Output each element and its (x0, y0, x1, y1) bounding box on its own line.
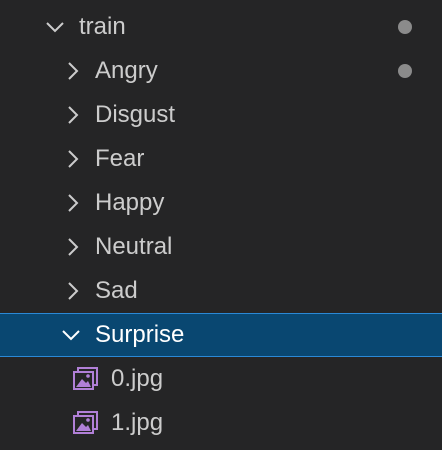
tree-item-label: Angry (95, 57, 158, 84)
image-file-icon (73, 411, 98, 434)
image-file-icon (73, 367, 98, 390)
modified-indicator-dot (398, 20, 412, 34)
tree-item-label: train (79, 13, 126, 40)
chevron-down-icon (46, 22, 64, 33)
modified-indicator-dot (398, 64, 412, 78)
tree-item-label: Neutral (95, 233, 173, 260)
chevron-right-icon (68, 194, 79, 212)
tree-item-label: Surprise (95, 321, 185, 348)
tree-item-neutral[interactable]: Neutral (0, 225, 442, 269)
chevron-right-icon (68, 238, 79, 256)
tree-item-train[interactable]: train (0, 5, 442, 49)
tree-item-label: 0.jpg (111, 365, 164, 392)
tree-item-file-1-jpg[interactable]: 1.jpg (0, 401, 442, 445)
tree-item-label: Sad (95, 277, 138, 304)
chevron-right-icon (68, 150, 79, 168)
tree-item-angry[interactable]: Angry (0, 49, 442, 93)
tree-item-label: Fear (95, 145, 145, 172)
chevron-right-icon (68, 62, 79, 80)
tree-item-label: Disgust (95, 101, 176, 128)
tree-item-label: 1.jpg (111, 409, 164, 436)
file-explorer-tree: train Angry Disgust Fear Happy Neutral S… (0, 0, 442, 450)
tree-item-sad[interactable]: Sad (0, 269, 442, 313)
tree-item-happy[interactable]: Happy (0, 181, 442, 225)
chevron-down-icon (62, 330, 80, 341)
tree-item-file-0-jpg[interactable]: 0.jpg (0, 357, 442, 401)
tree-item-surprise[interactable]: Surprise (0, 313, 442, 357)
chevron-right-icon (68, 106, 79, 124)
tree-item-fear[interactable]: Fear (0, 137, 442, 181)
tree-item-label: Happy (95, 189, 165, 216)
tree-item-disgust[interactable]: Disgust (0, 93, 442, 137)
chevron-right-icon (68, 282, 79, 300)
